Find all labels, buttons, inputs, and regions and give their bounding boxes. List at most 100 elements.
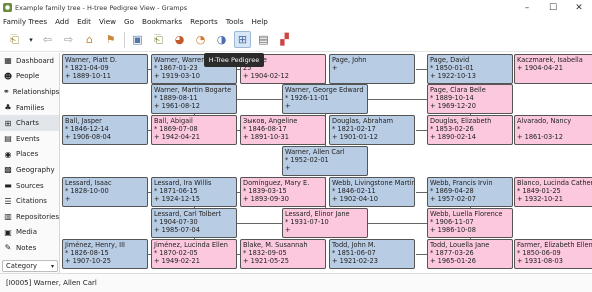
person-death: + 1985-07-04 bbox=[154, 226, 200, 234]
person-box[interactable]: Зыков, Angeline * 1846-08-17 + 1891-10-31 bbox=[240, 115, 326, 145]
person-box[interactable]: Webb, Livingstone Martin * 1846-02-11 + 19… bbox=[329, 177, 415, 207]
person-box[interactable]: Lessard, Ira Willis * 1871-06-15 + 1924-12… bbox=[151, 177, 237, 207]
sidebar-item-label: Charts bbox=[16, 119, 39, 128]
window-title: Example family tree - H-tree Pedigree Vi… bbox=[15, 3, 188, 12]
descendant-fan-icon[interactable]: ◔ bbox=[192, 31, 209, 48]
sidebar-item-places[interactable]: ◉ Places bbox=[0, 147, 59, 163]
person-birth: * 1832-09-05 bbox=[243, 249, 287, 257]
person-box[interactable]: Webb, Luella Florence * 1906-11-07 + 1986-… bbox=[427, 208, 513, 238]
sidebar-item-relationships[interactable]: ⚭ Relationships bbox=[0, 84, 59, 100]
person-box[interactable]: Douglas, Abraham * 1821-02-17 + 1901-01-12 bbox=[329, 115, 415, 145]
person-box[interactable]: Webb, Francis Irvin * 1869-04-28 + 1957-02… bbox=[427, 177, 513, 207]
pedigree-connector bbox=[237, 223, 282, 224]
minimize-icon[interactable]: – bbox=[514, 1, 540, 14]
notes-icon: ✎ bbox=[4, 243, 12, 253]
sidebar-item-notes[interactable]: ✎ Notes bbox=[0, 240, 59, 256]
category-select[interactable]: Category ▾ bbox=[2, 260, 58, 272]
menu-add[interactable]: Add bbox=[55, 17, 69, 26]
person-box[interactable]: Ball, Jasper * 1846-12-14 + 1906-08-04 bbox=[62, 115, 148, 145]
sidebar-item-dashboard[interactable]: ▦ Dashboard bbox=[0, 53, 59, 69]
fan-chart-icon[interactable]: ◕ bbox=[171, 31, 188, 48]
forward-arrow-icon[interactable]: ⇨ bbox=[60, 31, 77, 48]
person-death: + 1901-01-12 bbox=[332, 133, 378, 141]
title-bar: Example family tree - H-tree Pedigree Vi… bbox=[0, 0, 592, 15]
person-death: + 1861-03-12 bbox=[517, 133, 563, 141]
person-box[interactable]: Jiménez, Lucinda Ellen * 1870-02-05 + 1949… bbox=[151, 239, 237, 269]
sidebar-item-geography[interactable]: ▩ Geography bbox=[0, 162, 59, 178]
menu-go[interactable]: Go bbox=[124, 17, 134, 26]
person-box[interactable]: Kaczmarek, Isabella + 1904-04-21 bbox=[514, 54, 592, 84]
configure-view-icon[interactable]: ▣ bbox=[129, 31, 146, 48]
person-box[interactable]: Lessard, Carl Tolbert * 1904-07-30 + 1985-… bbox=[151, 208, 237, 238]
menu-tools[interactable]: Tools bbox=[226, 17, 244, 26]
person-name: Warner, Martin Bogarte bbox=[154, 86, 232, 94]
person-box[interactable]: Warner, Martin Bogarte * 1889-08-11 + 1961… bbox=[151, 84, 237, 114]
menu-bookmarks[interactable]: Bookmarks bbox=[142, 17, 182, 26]
person-name: Warner, Piatt D. bbox=[65, 56, 118, 64]
person-birth: * 1839-03-15 bbox=[243, 187, 287, 195]
person-death: + 1893-09-30 bbox=[243, 195, 289, 203]
sidebar-item-people[interactable]: ☻ People bbox=[0, 69, 59, 85]
person-box[interactable]: Page, Clara Belle * 1889-10-14 + 1969-12-2… bbox=[427, 84, 513, 114]
print-icon[interactable]: ▤ bbox=[255, 31, 272, 48]
person-box[interactable]: Domínguez, Mary E. * 1839-03-15 + 1893-09-… bbox=[240, 177, 326, 207]
person-death: + bbox=[285, 164, 291, 172]
sidebar-item-repositories[interactable]: ▥ Repositories bbox=[0, 209, 59, 225]
person-box[interactable]: Warner, Piatt D. * 1821-04-09 + 1889-10-11 bbox=[62, 54, 148, 84]
person-box[interactable]: Page, John + bbox=[329, 54, 415, 84]
person-name: Ball, Jasper bbox=[65, 117, 102, 125]
sidebar-item-families[interactable]: ♣ Families bbox=[0, 100, 59, 116]
person-box[interactable]: Ball, Abigail * 1869-07-08 + 1942-04-21 bbox=[151, 115, 237, 145]
menu-help[interactable]: Help bbox=[251, 17, 267, 26]
person-box[interactable]: Douglas, Elizabeth * 1853-02-26 + 1890-02-… bbox=[427, 115, 513, 145]
menu-reports[interactable]: Reports bbox=[190, 17, 218, 26]
person-box[interactable]: Farmer, Elizabeth Ellen * 1850-06-09 + 193… bbox=[514, 239, 592, 269]
sidebar-item-events[interactable]: ▤ Events bbox=[0, 131, 59, 147]
close-icon[interactable]: ✕ bbox=[566, 1, 592, 14]
person-death: + 1942-04-21 bbox=[154, 133, 200, 141]
pedigree-view-icon[interactable]: ⎗ bbox=[150, 31, 167, 48]
person-box[interactable]: Lessard, Elinor Jane * 1931-07-10 + bbox=[282, 208, 368, 238]
sidebar-item-sources[interactable]: ▬ Sources bbox=[0, 178, 59, 194]
sidebar-item-charts[interactable]: ⊞ Charts bbox=[0, 115, 59, 131]
sidebar-item-citations[interactable]: ☰ Citations bbox=[0, 193, 59, 209]
person-birth: * 1889-10-14 bbox=[430, 94, 474, 102]
bookmark-icon[interactable]: ⚑ bbox=[102, 31, 119, 48]
sidebar-item-label: Events bbox=[16, 134, 40, 143]
person-box[interactable]: Warner, Allen Carl * 1952-02-01 + bbox=[282, 146, 368, 176]
navigator-sidebar: ▦ Dashboard ☻ People ⚭ Relationships ♣ Families… bbox=[0, 53, 60, 273]
sidebar-item-media[interactable]: ▣ Media bbox=[0, 225, 59, 241]
sidebar-item-label: Families bbox=[16, 103, 45, 112]
person-birth: * 1869-04-28 bbox=[430, 187, 474, 195]
person-box[interactable]: Page, David * 1850-01-01 + 1922-10-13 bbox=[427, 54, 513, 84]
person-box[interactable]: Jiménez, Henry, III * 1826-08-15 + 1907-10… bbox=[62, 239, 148, 269]
statistics-icon[interactable]: ▞ bbox=[276, 31, 293, 48]
h-tree-pedigree-icon[interactable]: ⊞ bbox=[234, 31, 251, 48]
pedigree-connector bbox=[368, 99, 427, 100]
sources-icon: ▬ bbox=[4, 181, 12, 191]
person-box[interactable]: Todd, John M. * 1851-06-07 + 1921-02-23 bbox=[329, 239, 415, 269]
person-box[interactable]: Todd, Louella Jane * 1877-03-26 + 1965-01-… bbox=[427, 239, 513, 269]
person-box[interactable]: Blake, M. Susannah * 1832-09-05 + 1921-05-… bbox=[240, 239, 326, 269]
person-box[interactable]: Warner, George Edward * 1926-11-01 + bbox=[282, 84, 368, 114]
dropdown-arrow-icon[interactable]: ▾ bbox=[27, 31, 35, 48]
sidebar-item-label: Sources bbox=[16, 181, 44, 190]
back-arrow-icon[interactable]: ⇦ bbox=[39, 31, 56, 48]
person-box[interactable]: Alvarado, Nancy * + 1861-03-12 bbox=[514, 115, 592, 145]
sidebar-item-label: People bbox=[16, 72, 40, 81]
person-box[interactable]: Blanco, Lucinda Catherine* 1849-01-25+ 1… bbox=[514, 177, 592, 207]
person-death: + 1890-02-14 bbox=[430, 133, 476, 141]
menu-edit[interactable]: Edit bbox=[77, 17, 91, 26]
sidebar-item-label: Places bbox=[16, 150, 39, 159]
home-icon[interactable]: ⌂ bbox=[81, 31, 98, 48]
media-icon: ▣ bbox=[4, 227, 12, 237]
menu-family-trees[interactable]: Family Trees bbox=[3, 17, 47, 26]
person-box[interactable]: Lessard, Isaac * 1828-10-00 + bbox=[62, 177, 148, 207]
maximize-icon[interactable]: ☐ bbox=[540, 1, 566, 14]
menu-view[interactable]: View bbox=[99, 17, 116, 26]
person-name: Lessard, Elinor Jane bbox=[285, 210, 350, 218]
family-trees-icon[interactable]: ⎗ bbox=[6, 31, 23, 48]
person-name: Kaczmarek, Isabella bbox=[517, 56, 583, 64]
two-way-fan-icon[interactable]: ◑ bbox=[213, 31, 230, 48]
person-death: + 1921-02-23 bbox=[332, 257, 378, 265]
